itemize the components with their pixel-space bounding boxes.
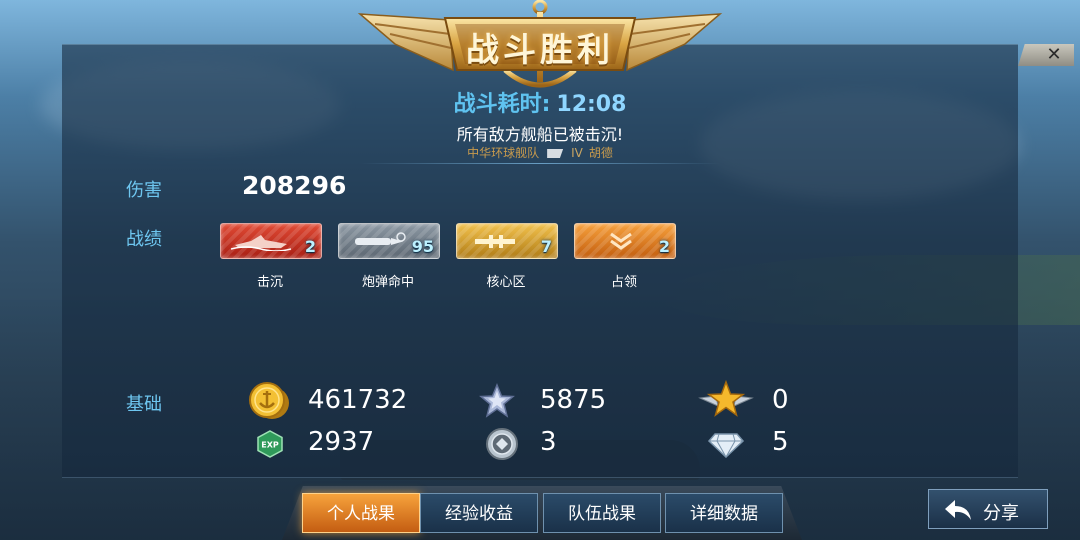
capture-caption: 占领 (610, 275, 637, 290)
exp-badge-icon: EXP (257, 430, 283, 458)
close-button[interactable]: ✕ (1018, 44, 1074, 66)
shell-hit-caption: 炮弹命中 (361, 275, 414, 290)
winged-gold-star-icon (698, 380, 754, 417)
sunk-badge[interactable]: 2 (220, 223, 322, 259)
diamond-value: 5 (772, 427, 789, 457)
tab-personal-results[interactable]: 个人战果 (302, 493, 420, 533)
achievements-label: 战绩 (126, 229, 162, 250)
capture-badge[interactable]: 2 (574, 223, 676, 259)
player-name: 胡德 (588, 146, 613, 160)
victory-title: 战斗胜利 (466, 30, 614, 69)
shell-hit-icon (355, 232, 406, 245)
victory-emblem: 战斗胜利 (355, 0, 725, 92)
share-arrow-icon (945, 500, 971, 520)
tab-team-results[interactable]: 队伍战果 (543, 493, 661, 533)
exp-badge-text: EXP (261, 441, 279, 450)
basics-label: 基础 (126, 394, 162, 415)
duration-label: 战斗耗时: (453, 92, 551, 117)
core-hit-count: 7 (540, 237, 552, 256)
tab-detailed-data[interactable]: 详细数据 (665, 493, 783, 533)
gold-anchor-coin-icon (249, 382, 289, 419)
silver-star-value: 5875 (540, 385, 607, 415)
capture-count: 2 (658, 237, 670, 256)
core-hit-caption: 核心区 (486, 275, 526, 290)
silver-star-icon (479, 383, 515, 418)
sunk-count: 2 (304, 237, 316, 256)
divider (360, 163, 720, 164)
player-rank: IV (571, 146, 583, 160)
damage-value: 208296 (242, 171, 347, 200)
silver-medal-icon (486, 428, 518, 460)
exp-value: 2937 (308, 427, 375, 457)
damage-label: 伤害 (126, 180, 162, 201)
duration-value: 12:08 (556, 92, 627, 117)
winged-star-value: 0 (772, 385, 789, 415)
gold-value: 461732 (308, 385, 408, 415)
battle-duration: 战斗耗时: 12:08 (0, 86, 1080, 118)
tab-experience-gains[interactable]: 经验收益 (420, 493, 538, 533)
close-icon: ✕ (1046, 44, 1062, 65)
core-hit-icon (475, 235, 515, 248)
diamond-icon (708, 433, 744, 458)
share-button[interactable]: 分享 (928, 489, 1048, 529)
core-hit-badge[interactable]: 7 (456, 223, 558, 259)
fleet-flag-icon (547, 149, 564, 158)
shell-hit-count: 95 (411, 237, 434, 256)
share-label: 分享 (983, 503, 1019, 524)
medal-value: 3 (540, 427, 557, 457)
sunk-ship-icon (231, 235, 291, 251)
shell-hit-badge[interactable]: 95 (338, 223, 440, 259)
battle-result-text: 所有敌方舰船已被击沉! (456, 125, 624, 144)
fleet-info: 中华环球舰队 IV 胡德 (0, 144, 1080, 161)
fleet-name: 中华环球舰队 (467, 146, 540, 160)
sunk-caption: 击沉 (256, 275, 283, 290)
